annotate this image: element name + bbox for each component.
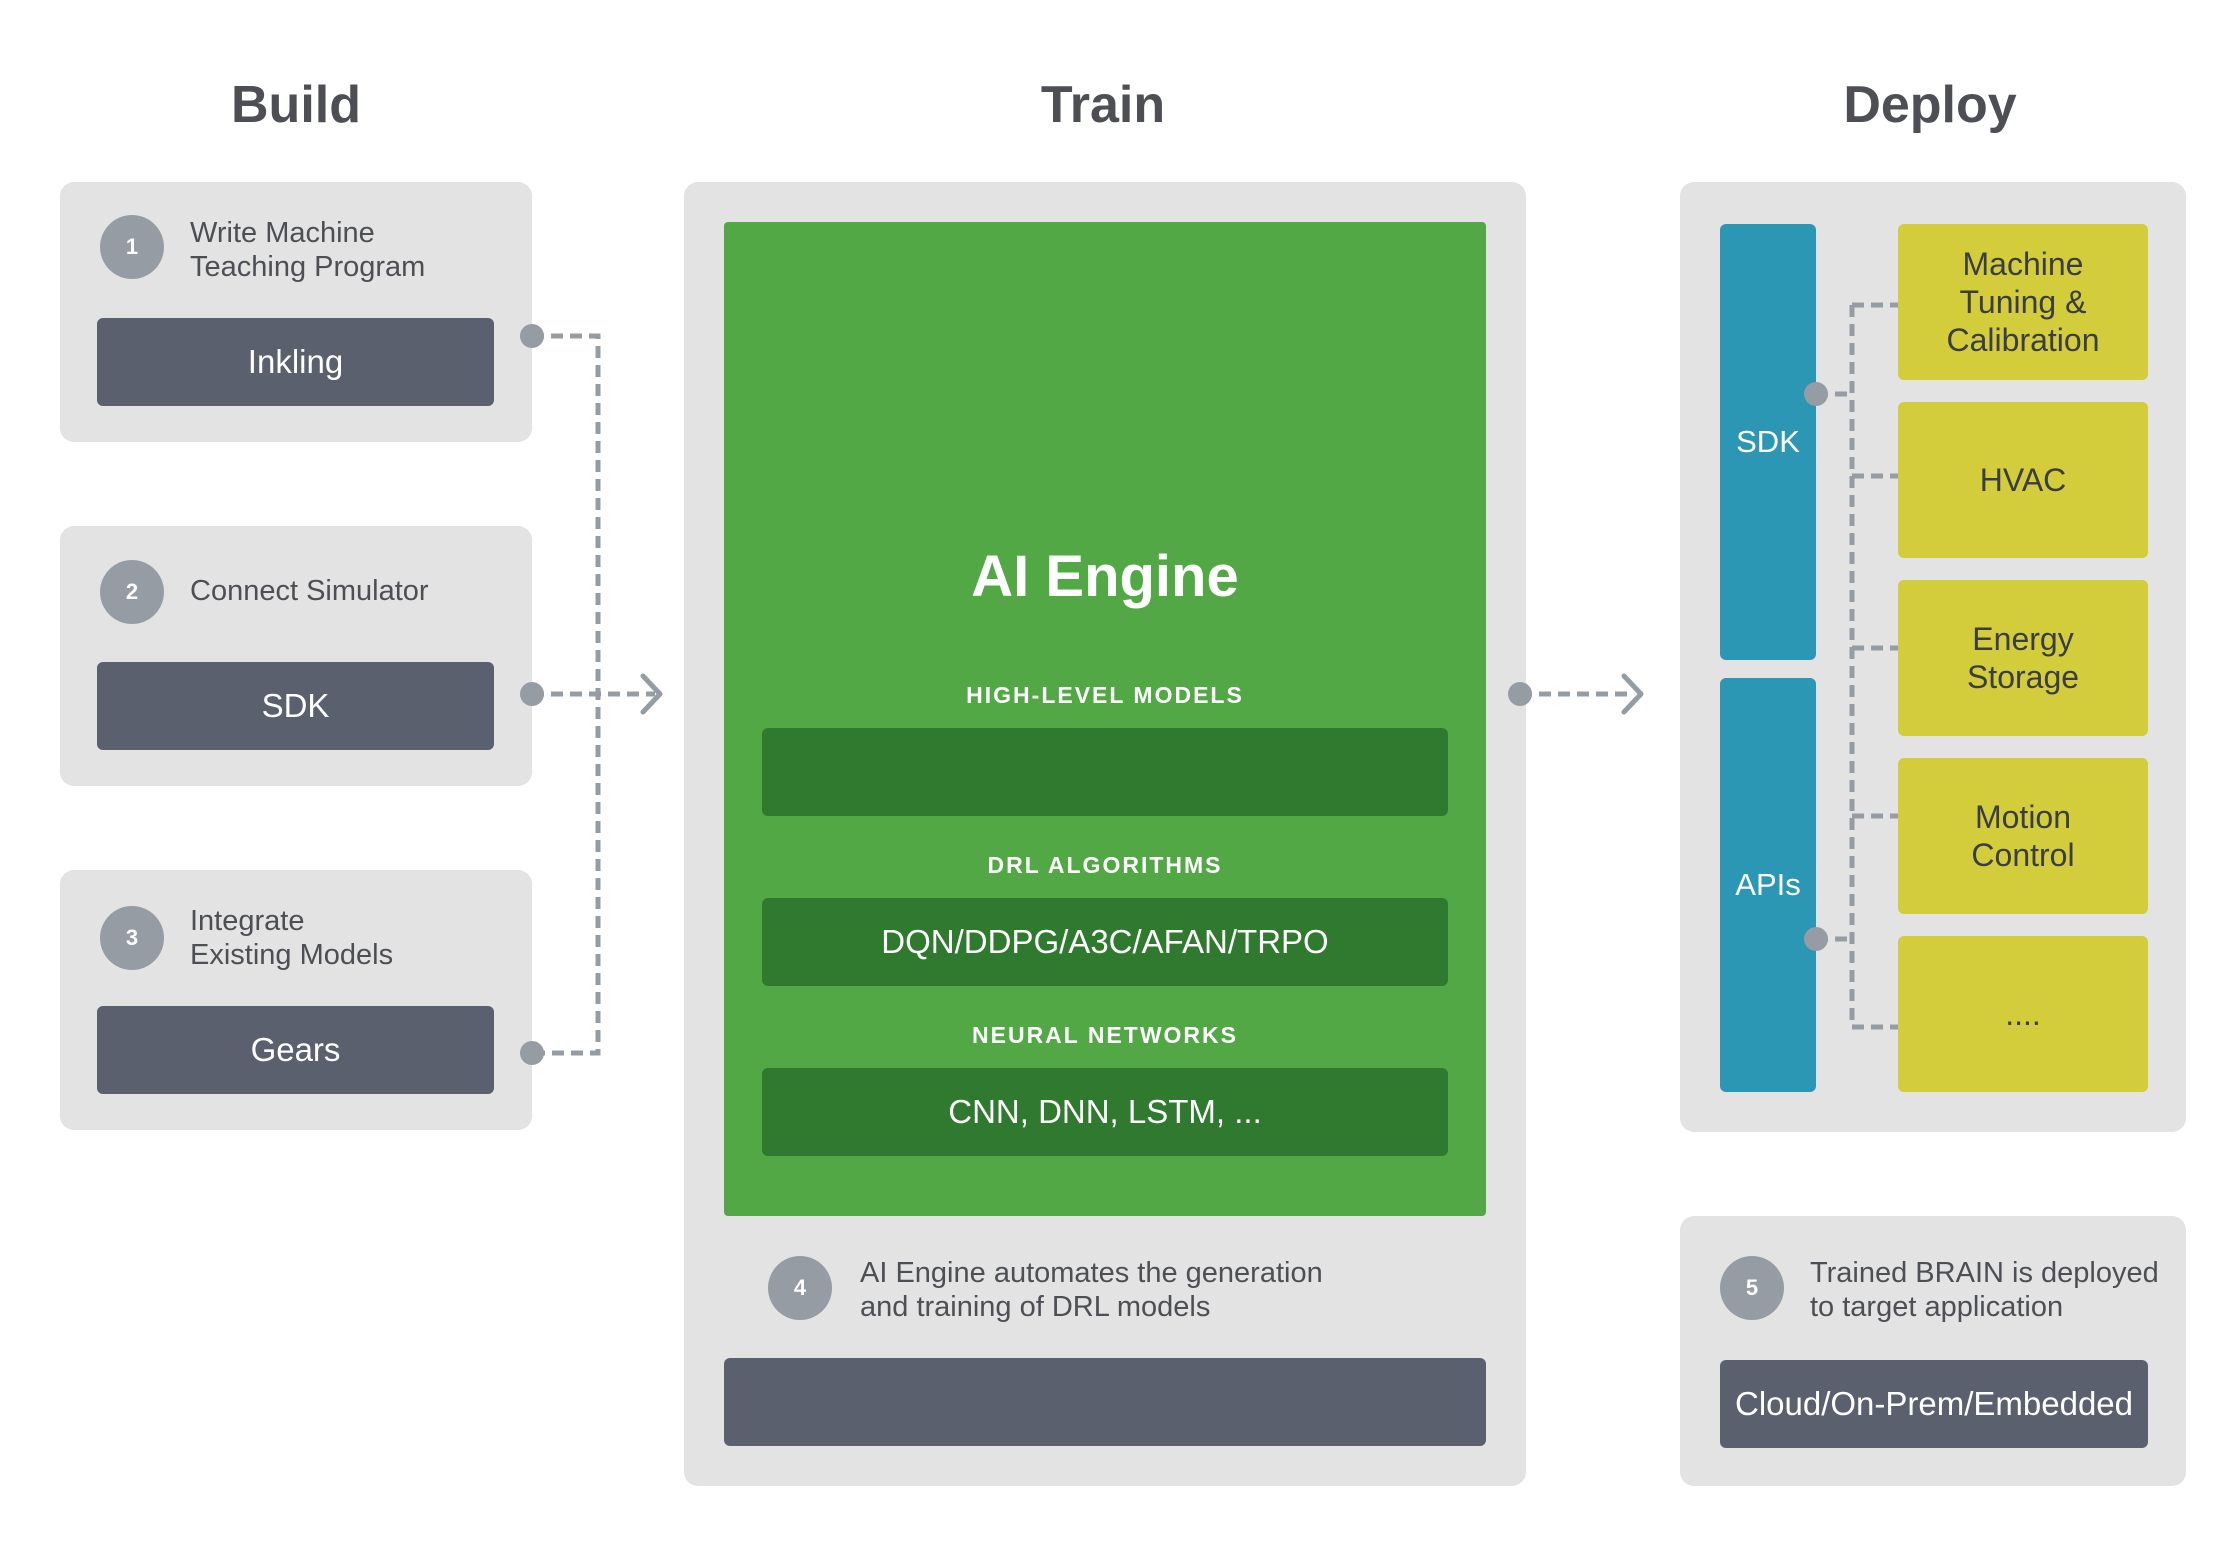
ai-engine-block: AI Engine HIGH-LEVEL MODELS DRL ALGORITH… xyxy=(724,222,1486,1216)
build-step-3-panel: 3 Integrate Existing Models Gears xyxy=(60,870,532,1130)
step-5-text: Trained BRAIN is deployed to target appl… xyxy=(1810,1257,2159,1323)
high-level-models-label: HIGH-LEVEL MODELS xyxy=(966,682,1244,708)
build-bracket-line xyxy=(532,333,601,1056)
target-energy-storage: Energy Storage xyxy=(1898,580,2148,736)
step-2-text: Connect Simulator xyxy=(190,575,429,607)
step-4-badge: 4 xyxy=(768,1256,832,1320)
step-1-text: Write Machine Teaching Program xyxy=(190,217,426,283)
deploy-apis-bar: APIs xyxy=(1720,678,1816,1092)
target-more: .... xyxy=(1898,936,2148,1092)
build-column-title: Build xyxy=(231,76,361,134)
train-panel: AI Engine HIGH-LEVEL MODELS DRL ALGORITH… xyxy=(684,182,1526,1486)
ai-engine-title: AI Engine xyxy=(971,544,1239,609)
high-level-models-bar xyxy=(762,728,1448,816)
target-hvac: HVAC xyxy=(1898,402,2148,558)
platform-bar: Cloud/On-Prem/Embedded xyxy=(1720,1360,2148,1448)
step-2-badge: 2 xyxy=(100,560,164,624)
step-5-badge: 5 xyxy=(1720,1256,1784,1320)
gears-bar: Gears xyxy=(97,1006,494,1094)
target-machine-tuning: Machine Tuning & Calibration xyxy=(1898,224,2148,380)
deploy-panel: SDK APIs Machine Tuning & Calibration HV… xyxy=(1680,182,2186,1132)
build-arrowhead-icon xyxy=(640,673,663,715)
sdk-bar: SDK xyxy=(97,662,494,750)
step-3-badge: 3 xyxy=(100,906,164,970)
target-motion-control: Motion Control xyxy=(1898,758,2148,914)
train-bottom-bar xyxy=(724,1358,1486,1446)
neural-networks-bar: CNN, DNN, LSTM, ... xyxy=(762,1068,1448,1156)
deploy-arrowhead-icon xyxy=(1621,673,1644,715)
step-4-text: AI Engine automates the generation and t… xyxy=(860,1257,1323,1323)
neural-networks-label: NEURAL NETWORKS xyxy=(972,1022,1238,1048)
deploy-column-title: Deploy xyxy=(1843,76,2017,134)
build-step-1-panel: 1 Write Machine Teaching Program Inkling xyxy=(60,182,532,442)
deploy-step-panel: 5 Trained BRAIN is deployed to target ap… xyxy=(1680,1216,2186,1486)
drl-algorithms-bar: DQN/DDPG/A3C/AFAN/TRPO xyxy=(762,898,1448,986)
drl-algorithms-label: DRL ALGORITHMS xyxy=(987,852,1223,878)
step-1-badge: 1 xyxy=(100,215,164,279)
inkling-bar: Inkling xyxy=(97,318,494,406)
deploy-sdk-bar: SDK xyxy=(1720,224,1816,660)
step-3-text: Integrate Existing Models xyxy=(190,905,394,971)
train-column-title: Train xyxy=(1040,76,1166,134)
build-step-2-panel: 2 Connect Simulator SDK xyxy=(60,526,532,786)
